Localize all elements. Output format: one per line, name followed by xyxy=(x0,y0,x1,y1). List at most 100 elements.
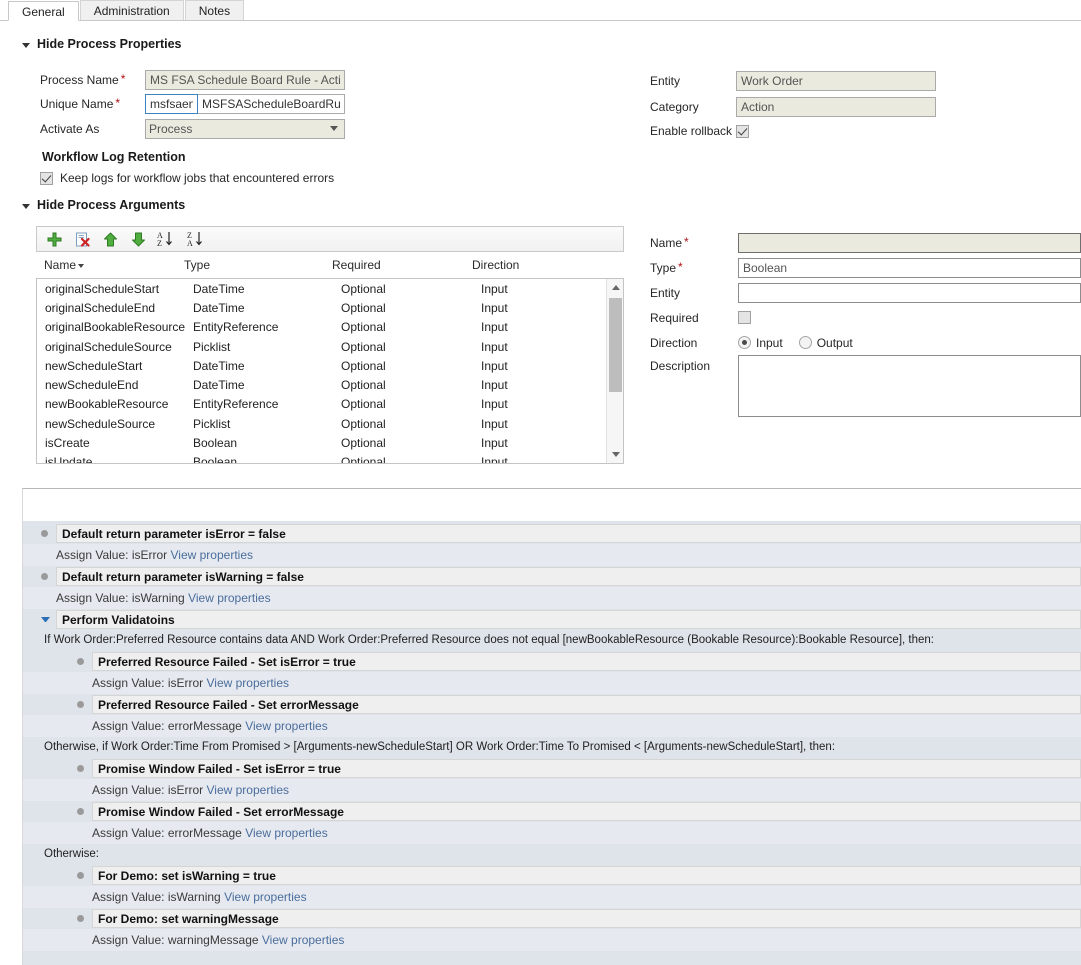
direction-input-radio[interactable] xyxy=(738,336,751,349)
process-name-input[interactable] xyxy=(145,70,345,90)
cell-required: Optional xyxy=(341,301,481,315)
tab-administration[interactable]: Administration xyxy=(80,0,184,20)
tab-notes[interactable]: Notes xyxy=(185,0,244,20)
activate-as-select[interactable]: Process xyxy=(145,119,345,139)
workflow-condition-text: Otherwise: xyxy=(23,844,1081,865)
view-properties-link[interactable]: View properties xyxy=(207,783,290,797)
table-row[interactable]: newScheduleEndDateTimeOptionalInput xyxy=(37,375,606,394)
sort-descending-button[interactable]: Z A xyxy=(187,230,207,248)
workflow-step-row[interactable]: For Demo: set warningMessage xyxy=(23,908,1081,929)
argument-type-input[interactable] xyxy=(738,258,1081,278)
step-bullet-icon xyxy=(77,701,84,708)
argument-type-row: Type* xyxy=(650,255,1081,280)
scroll-down-icon[interactable] xyxy=(607,446,624,463)
table-row[interactable]: originalScheduleSourcePicklistOptionalIn… xyxy=(37,337,606,356)
table-row[interactable]: originalBookableResourceEntityReferenceO… xyxy=(37,318,606,337)
direction-input-label[interactable]: Input xyxy=(756,336,783,350)
table-row[interactable]: isUpdateBooleanOptionalInput xyxy=(37,453,606,463)
cell-direction: Input xyxy=(481,301,581,315)
add-argument-button[interactable] xyxy=(45,230,63,248)
workflow-step-row[interactable]: Preferred Resource Failed - Set isError … xyxy=(23,651,1081,672)
cell-name: newScheduleSource xyxy=(45,417,193,431)
assign-value: isError xyxy=(168,783,207,797)
table-row[interactable]: newScheduleSourcePicklistOptionalInput xyxy=(37,414,606,433)
table-row[interactable]: isCreateBooleanOptionalInput xyxy=(37,433,606,452)
step-bullet-icon xyxy=(77,765,84,772)
entity-label: Entity xyxy=(650,74,736,88)
workflow-step-label[interactable]: Preferred Resource Failed - Set isError … xyxy=(92,652,1081,671)
table-row[interactable]: newBookableResourceEntityReferenceOption… xyxy=(37,395,606,414)
argument-description-textarea[interactable] xyxy=(738,355,1081,417)
cell-name: newScheduleEnd xyxy=(45,378,193,392)
workflow-step-label[interactable]: For Demo: set warningMessage xyxy=(92,909,1081,928)
view-properties-link[interactable]: View properties xyxy=(224,890,307,904)
argument-entity-input[interactable] xyxy=(738,283,1081,303)
table-row[interactable]: originalScheduleStartDateTimeOptionalInp… xyxy=(37,279,606,298)
workflow-condition-text: Otherwise, if Work Order:Time From Promi… xyxy=(23,737,1081,758)
view-properties-link[interactable]: View properties xyxy=(171,548,254,562)
step-bullet-icon xyxy=(77,658,84,665)
workflow-step-label[interactable]: Perform Validatoins xyxy=(56,610,1081,629)
expand-caret-icon[interactable] xyxy=(41,617,50,622)
workflow-step-label[interactable]: Promise Window Failed - Set isError = tr… xyxy=(92,759,1081,778)
column-header-direction[interactable]: Direction xyxy=(472,258,572,272)
tab-general[interactable]: General xyxy=(8,1,79,21)
argument-type-label: Type* xyxy=(650,261,738,275)
unique-name-input[interactable] xyxy=(198,94,345,114)
hide-process-properties-header[interactable]: Hide Process Properties xyxy=(22,37,182,51)
cell-type: Picklist xyxy=(193,340,341,354)
table-row[interactable]: newScheduleStartDateTimeOptionalInput xyxy=(37,356,606,375)
hide-process-arguments-header[interactable]: Hide Process Arguments xyxy=(22,198,185,212)
workflow-step-row[interactable]: Promise Window Failed - Set errorMessage xyxy=(23,801,1081,822)
view-properties-link[interactable]: View properties xyxy=(245,826,328,840)
workflow-assign-row: Assign Value: isError View properties xyxy=(23,779,1081,801)
argument-required-checkbox[interactable] xyxy=(738,311,751,324)
collapse-caret-icon xyxy=(22,204,30,209)
workflow-step-row[interactable]: Preferred Resource Failed - Set errorMes… xyxy=(23,694,1081,715)
scroll-up-icon[interactable] xyxy=(607,279,624,296)
column-header-type[interactable]: Type xyxy=(184,258,332,272)
view-properties-link[interactable]: View properties xyxy=(207,676,290,690)
view-properties-link[interactable]: View properties xyxy=(245,719,328,733)
workflow-step-label[interactable]: Default return parameter isError = false xyxy=(56,524,1081,543)
assign-prefix: Assign Value: xyxy=(92,933,168,947)
direction-output-radio[interactable] xyxy=(799,336,812,349)
workflow-step-row[interactable]: For Demo: set isWarning = true xyxy=(23,865,1081,886)
cell-required: Optional xyxy=(341,436,481,450)
view-properties-link[interactable]: View properties xyxy=(188,591,271,605)
argument-name-input[interactable] xyxy=(738,233,1081,253)
form-tab-strip: General Administration Notes xyxy=(0,0,1081,21)
step-bullet-icon xyxy=(77,808,84,815)
arguments-grid: originalScheduleStartDateTimeOptionalInp… xyxy=(36,278,624,464)
arguments-grid-scrollbar[interactable] xyxy=(606,279,623,463)
column-header-name[interactable]: Name xyxy=(36,258,184,272)
sort-ascending-button[interactable]: A Z xyxy=(157,230,177,248)
workflow-step-label[interactable]: Promise Window Failed - Set errorMessage xyxy=(92,802,1081,821)
table-row[interactable]: originalScheduleEndDateTimeOptionalInput xyxy=(37,298,606,317)
workflow-step-row[interactable]: Promise Window Failed - Set isError = tr… xyxy=(23,758,1081,779)
assign-value: errorMessage xyxy=(168,719,245,733)
workflow-step-row[interactable]: Default return parameter isError = false xyxy=(23,523,1081,544)
entity-input[interactable] xyxy=(736,71,936,91)
cell-type: DateTime xyxy=(193,301,341,315)
direction-output-label[interactable]: Output xyxy=(817,336,853,350)
workflow-assign-row: Assign Value: isError View properties xyxy=(23,544,1081,566)
move-up-button[interactable] xyxy=(101,230,119,248)
cell-type: EntityReference xyxy=(193,320,341,334)
workflow-step-label[interactable]: Preferred Resource Failed - Set errorMes… xyxy=(92,695,1081,714)
workflow-assign-row: Assign Value: isWarning View properties xyxy=(23,587,1081,609)
category-input[interactable] xyxy=(736,97,936,117)
workflow-step-label[interactable]: For Demo: set isWarning = true xyxy=(92,866,1081,885)
keep-logs-checkbox[interactable] xyxy=(40,172,53,185)
scrollbar-thumb[interactable] xyxy=(609,298,622,392)
column-header-required[interactable]: Required xyxy=(332,258,472,272)
workflow-step-row[interactable]: Default return parameter isWarning = fal… xyxy=(23,566,1081,587)
enable-rollback-checkbox[interactable] xyxy=(736,125,749,138)
keep-logs-row: Keep logs for workflow jobs that encount… xyxy=(40,171,334,185)
move-down-button[interactable] xyxy=(129,230,147,248)
unique-name-prefix-input[interactable] xyxy=(145,94,198,114)
view-properties-link[interactable]: View properties xyxy=(262,933,345,947)
delete-argument-button[interactable] xyxy=(73,230,91,248)
workflow-step-label[interactable]: Default return parameter isWarning = fal… xyxy=(56,567,1081,586)
workflow-step-row[interactable]: Perform Validatoins xyxy=(23,609,1081,630)
